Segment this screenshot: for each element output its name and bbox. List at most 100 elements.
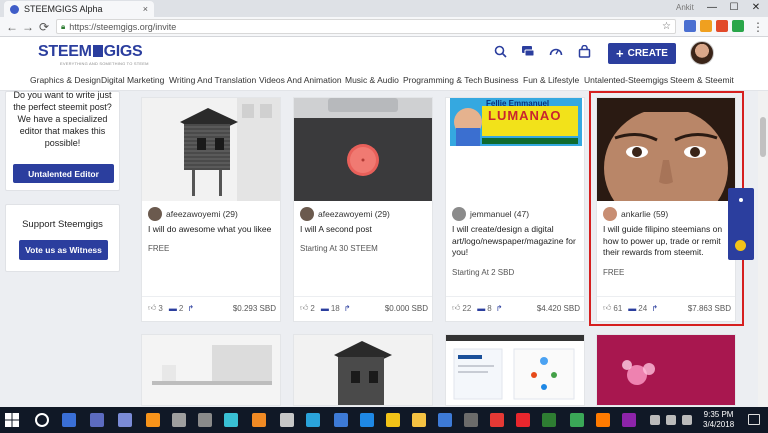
comment-icon[interactable]: ▬ — [169, 304, 177, 313]
seller-avatar[interactable] — [300, 207, 314, 221]
task-view-icon[interactable] — [62, 413, 76, 427]
user-avatar[interactable] — [690, 41, 714, 65]
taskbar-app-icon[interactable] — [118, 413, 132, 427]
like-thumb-icon[interactable]: 👍︎ — [148, 303, 156, 313]
seller-name[interactable]: jemmanuel (47) — [470, 209, 529, 219]
gig-card[interactable]: afeezawoyemi (29) I will do awesome what… — [141, 97, 281, 322]
taskbar-app-icon[interactable] — [464, 413, 478, 427]
bookmark-star-icon[interactable]: ☆ — [662, 21, 671, 32]
profile-name[interactable]: Ankit — [676, 3, 694, 12]
notification-center-icon[interactable] — [748, 414, 760, 425]
gig-card[interactable]: afeezawoyemi (29) I will A second post S… — [293, 97, 433, 322]
windows-start-icon[interactable] — [4, 412, 20, 428]
tray-people-icon[interactable] — [650, 415, 660, 425]
seller-row[interactable]: jemmanuel (47) — [452, 207, 529, 221]
taskbar-app-icon[interactable] — [490, 413, 504, 427]
firefox-icon[interactable] — [596, 413, 610, 427]
desk-photo[interactable] — [142, 335, 281, 406]
opera-icon[interactable] — [516, 413, 530, 427]
gig-card[interactable]: Fellie Emmanuel LUMANAO jemmanuel (47) I… — [445, 97, 585, 322]
page-scrollbar[interactable] — [758, 91, 768, 407]
category-untalented-steemgigs[interactable]: Untalented-Steemgigs — [584, 75, 668, 85]
seller-name[interactable]: afeezawoyemi (29) — [166, 209, 238, 219]
dashboard-gauge-icon[interactable] — [548, 45, 564, 61]
like-thumb-icon[interactable]: 👍︎ — [452, 303, 460, 313]
category-programming-tech[interactable]: Programming & Tech — [403, 75, 482, 85]
store-icon[interactable] — [438, 413, 452, 427]
url-bar[interactable]: 🔒︎ https://steemgigs.org/invite ☆ — [56, 19, 676, 34]
tab-close-icon[interactable]: × — [143, 4, 148, 14]
maximize-icon[interactable]: ☐ — [726, 2, 742, 13]
shopping-bag-icon[interactable] — [576, 44, 592, 61]
seller-row[interactable]: afeezawoyemi (29) — [148, 207, 238, 221]
extension-icon[interactable] — [716, 20, 728, 32]
menu-kebab-icon[interactable]: ⋮ — [750, 20, 766, 34]
share-icon[interactable]: ↱ — [344, 304, 351, 313]
category-steem-steemit[interactable]: Steem & Steemit — [670, 75, 734, 85]
messages-icon[interactable] — [520, 45, 536, 61]
gig-card[interactable] — [141, 334, 281, 406]
banner-photo[interactable]: Fellie Emmanuel LUMANAO — [446, 98, 584, 201]
seller-name[interactable]: afeezawoyemi (29) — [318, 209, 390, 219]
like-thumb-icon[interactable]: 👍︎ — [300, 303, 308, 313]
taskbar-app-icon[interactable] — [224, 413, 238, 427]
comment-icon[interactable]: ▬ — [477, 304, 485, 313]
category-music-audio[interactable]: Music & Audio — [345, 75, 399, 85]
share-icon[interactable]: ↱ — [496, 304, 503, 313]
edge-browser-icon[interactable] — [360, 413, 374, 427]
minimize-icon[interactable]: — — [704, 2, 720, 13]
telegram-icon[interactable] — [306, 413, 320, 427]
category-fun-lifestyle[interactable]: Fun & Lifestyle — [523, 75, 579, 85]
reload-icon[interactable]: ⟳ — [36, 20, 52, 34]
extension-icon[interactable] — [732, 20, 744, 32]
gig-title[interactable]: I will create/design a digital art/logo/… — [452, 224, 580, 259]
comment-icon[interactable]: ▬ — [321, 304, 329, 313]
category-graphics-design[interactable]: Graphics & Design — [30, 75, 101, 85]
seller-avatar[interactable] — [452, 207, 466, 221]
gig-title[interactable]: I will do awesome what you likee — [148, 224, 276, 236]
feedback-tab[interactable] — [728, 188, 754, 260]
taskbar-app-icon[interactable] — [90, 413, 104, 427]
vlc-icon[interactable] — [252, 413, 266, 427]
category-digital-marketing[interactable]: Digital Marketing — [101, 75, 164, 85]
gig-card[interactable] — [445, 334, 585, 406]
chrome-icon[interactable] — [386, 413, 400, 427]
cabin-photo[interactable] — [294, 335, 433, 406]
untalented-editor-button[interactable]: Untalented Editor — [13, 164, 114, 183]
seller-avatar[interactable] — [148, 207, 162, 221]
steemgigs-logo[interactable]: STEEM GIGS — [38, 43, 143, 61]
bitcoin-app-icon[interactable] — [146, 413, 160, 427]
tray-network-icon[interactable] — [666, 415, 676, 425]
gig-card[interactable] — [596, 334, 736, 406]
taskbar-app-icon[interactable] — [280, 413, 294, 427]
category-videos-animation[interactable]: Videos And Animation — [259, 75, 342, 85]
share-icon[interactable]: ↱ — [187, 304, 194, 313]
cortana-icon[interactable] — [35, 413, 49, 427]
tray-volume-icon[interactable] — [682, 415, 692, 425]
chrome-active-icon[interactable] — [570, 413, 584, 427]
category-writing-translation[interactable]: Writing And Translation — [169, 75, 256, 85]
steemit-screenshot-photo[interactable] — [446, 335, 585, 406]
category-business[interactable]: Business — [484, 75, 519, 85]
extension-icon[interactable] — [684, 20, 696, 32]
create-button[interactable]: + CREATE — [608, 43, 676, 64]
seller-row[interactable]: afeezawoyemi (29) — [300, 207, 390, 221]
scrollbar-thumb[interactable] — [760, 117, 766, 157]
cabin-photo[interactable] — [142, 98, 280, 201]
taskbar-app-icon[interactable] — [198, 413, 212, 427]
taskbar-app-icon[interactable] — [172, 413, 186, 427]
speaker-photo[interactable] — [294, 98, 432, 201]
browser-tab[interactable]: STEEMGIGS Alpha × — [4, 1, 154, 17]
taskbar-app-icon[interactable] — [334, 413, 348, 427]
taskbar-clock[interactable]: 9:35 PM 3/4/2018 — [703, 410, 734, 430]
extension-icon[interactable] — [700, 20, 712, 32]
vote-witness-button[interactable]: Vote us as Witness — [19, 240, 108, 260]
search-icon[interactable] — [492, 45, 508, 61]
forward-arrow-icon[interactable]: → — [20, 20, 36, 34]
gig-card[interactable] — [293, 334, 433, 406]
taskbar-app-icon[interactable] — [622, 413, 636, 427]
window-close-icon[interactable]: ✕ — [748, 2, 764, 13]
file-explorer-icon[interactable] — [412, 413, 426, 427]
gig-title[interactable]: I will A second post — [300, 224, 428, 236]
floral-pink-photo[interactable] — [597, 335, 736, 406]
